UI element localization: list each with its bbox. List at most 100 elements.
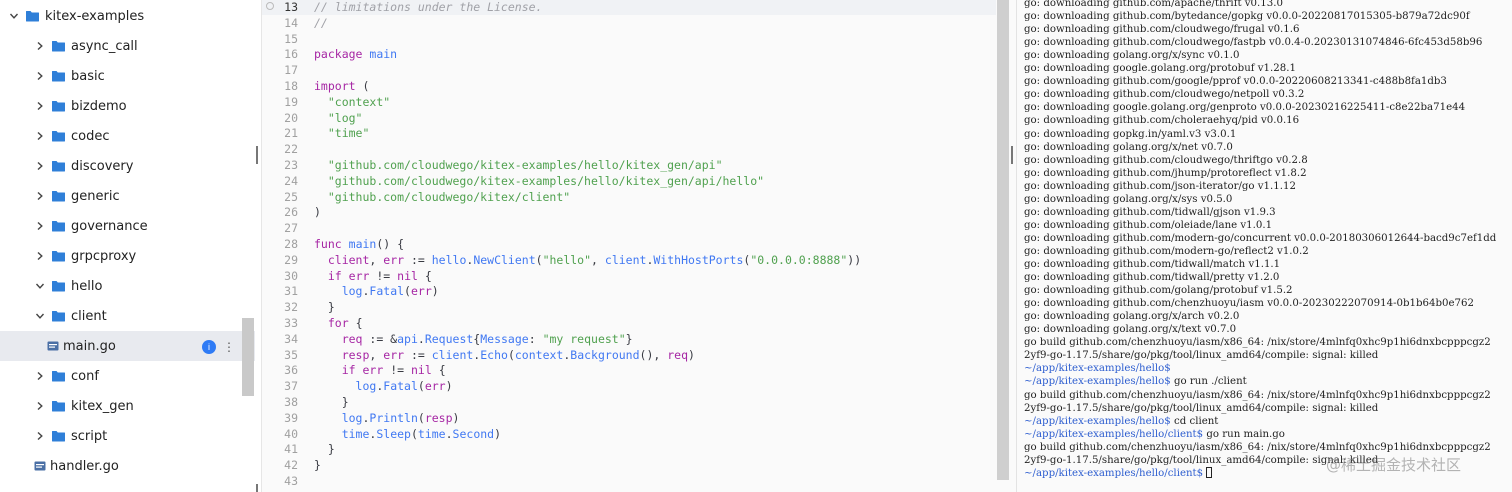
- code-line[interactable]: 31 log.Fatal(err): [262, 283, 996, 299]
- code-line[interactable]: 29 client, err := hello.NewClient("hello…: [262, 252, 996, 268]
- code-token: :=: [404, 347, 432, 362]
- code-line[interactable]: 38 }: [262, 394, 996, 410]
- code-token: Second: [452, 426, 495, 441]
- folder-icon: [52, 220, 65, 232]
- code-line[interactable]: 14 //: [262, 15, 996, 31]
- code-token: //: [314, 15, 328, 30]
- tree-item[interactable]: governance: [0, 211, 255, 241]
- code-line[interactable]: 32 }: [262, 299, 996, 315]
- code-line[interactable]: 39 log.Println(resp): [262, 410, 996, 426]
- chevron-right-icon[interactable]: [34, 100, 46, 112]
- terminal-output: go: downloading golang.org/x/sys v0.5.0: [1024, 193, 1233, 205]
- editor-scrollbar[interactable]: [997, 0, 1009, 480]
- tree-item[interactable]: bizdemo: [0, 91, 255, 121]
- code-line[interactable]: 34 req := &api.Request{Message: "my requ…: [262, 331, 996, 347]
- tree-item-label: main.go: [63, 338, 116, 354]
- tree-item[interactable]: kitex-examples: [0, 1, 255, 31]
- chevron-right-icon[interactable]: [34, 70, 46, 82]
- tree-item[interactable]: hello: [0, 271, 255, 301]
- chevron-right-icon[interactable]: [34, 220, 46, 232]
- code-text: "github.com/cloudwego/kitex/client": [314, 189, 570, 205]
- code-token: "github.com/cloudwego/kitex-examples/hel…: [327, 173, 765, 188]
- code-line[interactable]: 41 }: [262, 441, 996, 457]
- code-line[interactable]: 15: [262, 31, 996, 47]
- code-token: "github.com/cloudwego/kitex/client": [327, 189, 571, 204]
- resize-handle[interactable]: [256, 146, 258, 164]
- code-line[interactable]: 21 "time": [262, 125, 996, 141]
- resize-handle[interactable]: [256, 484, 258, 492]
- code-line[interactable]: 26): [262, 204, 996, 220]
- line-number: 18: [284, 79, 298, 93]
- terminal-prompt: ~/app/kitex-examples/hello/client$: [1024, 467, 1204, 479]
- code-line[interactable]: 43: [262, 473, 996, 489]
- code-line[interactable]: 22: [262, 141, 996, 157]
- code-token: := &: [362, 331, 398, 346]
- chevron-right-icon[interactable]: [34, 190, 46, 202]
- code-line[interactable]: 40 time.Sleep(time.Second): [262, 426, 996, 442]
- code-line[interactable]: 30 if err != nil {: [262, 268, 996, 284]
- code-line[interactable]: 42}: [262, 457, 996, 473]
- code-token: "github.com/cloudwego/kitex-examples/hel…: [327, 158, 723, 172]
- sidebar-scrollbar[interactable]: [242, 318, 254, 396]
- code-line[interactable]: 24 "github.com/cloudwego/kitex-examples/…: [262, 173, 996, 189]
- chevron-down-icon[interactable]: [34, 310, 46, 322]
- tree-item[interactable]: conf: [0, 361, 255, 391]
- terminal-output: go: downloading google.golang.org/protob…: [1024, 63, 1296, 75]
- code-line[interactable]: 18 import (: [262, 78, 996, 94]
- tree-item[interactable]: generic: [0, 181, 255, 211]
- folder-icon: [52, 250, 65, 262]
- line-number: 34: [284, 331, 298, 346]
- tree-item[interactable]: basic: [0, 61, 255, 91]
- more-options-icon[interactable]: ⋮: [223, 339, 235, 355]
- tree-item[interactable]: codec: [0, 121, 255, 151]
- code-text: client, err := hello.NewClient("hello", …: [314, 252, 861, 268]
- terminal-output: go: downloading github.com/cloudwego/fru…: [1024, 24, 1300, 36]
- code-line[interactable]: 17: [262, 62, 996, 78]
- code-token: ,: [369, 347, 384, 362]
- code-line[interactable]: 28 func main() {: [262, 236, 996, 252]
- chevron-right-icon[interactable]: [34, 430, 46, 442]
- code-line[interactable]: 36 if err != nil {: [262, 362, 996, 378]
- code-line[interactable]: 25 "github.com/cloudwego/kitex/client": [262, 189, 996, 205]
- tree-item[interactable]: discovery: [0, 151, 255, 181]
- code-text: req := &api.Request{Message: "my request…: [314, 331, 633, 347]
- chevron-right-icon[interactable]: [34, 250, 46, 262]
- line-number: 22: [284, 142, 298, 157]
- chevron-right-icon[interactable]: [34, 130, 46, 142]
- chevron-right-icon[interactable]: [34, 400, 46, 412]
- terminal-panel[interactable]: go: downloading github.com/apache/thrift…: [1016, 0, 1512, 492]
- tree-item[interactable]: grpcproxy: [0, 241, 255, 271]
- tree-item[interactable]: script: [0, 421, 255, 451]
- code-line[interactable]: 35 resp, err := client.Echo(context.Back…: [262, 347, 996, 363]
- code-editor[interactable]: 13// limitations under the License. 14//1…: [262, 0, 1016, 492]
- watermark: @稀土掘金技术社区: [1326, 456, 1462, 474]
- code-token: context: [514, 347, 564, 362]
- terminal-cursor[interactable]: [1206, 466, 1213, 478]
- code-line[interactable]: 37 log.Fatal(err): [262, 378, 996, 394]
- code-line[interactable]: 27: [262, 220, 996, 236]
- chevron-down-icon[interactable]: [8, 10, 20, 22]
- tree-item[interactable]: handler.go: [0, 451, 255, 481]
- tree-item[interactable]: kitex_gen: [0, 391, 255, 421]
- code-line[interactable]: 23 "github.com/cloudwego/kitex-examples/…: [262, 157, 996, 173]
- info-badge-icon[interactable]: i: [202, 340, 216, 354]
- chevron-right-icon[interactable]: [34, 160, 46, 172]
- chevron-down-icon[interactable]: [34, 280, 46, 292]
- line-number: 29: [284, 252, 298, 267]
- code-line[interactable]: 33 for {: [262, 315, 996, 331]
- code-line[interactable]: 13 // limitations under the License.: [262, 0, 996, 15]
- chevron-right-icon[interactable]: [34, 40, 46, 52]
- tree-item[interactable]: client: [0, 301, 255, 331]
- tree-item[interactable]: main.go: [0, 331, 255, 361]
- code-line[interactable]: 16 package main: [262, 46, 996, 62]
- tree-item[interactable]: async_call: [0, 31, 255, 61]
- terminal-output: go: downloading github.com/apache/thrift…: [1024, 0, 1283, 9]
- code-line[interactable]: 20 "log": [262, 110, 996, 126]
- resize-handle[interactable]: [1011, 146, 1013, 164]
- code-line[interactable]: 19 "context": [262, 94, 996, 110]
- chevron-right-icon[interactable]: [34, 370, 46, 382]
- terminal-output: go: downloading github.com/jhump/protore…: [1024, 167, 1307, 179]
- terminal-output: go: downloading github.com/tidwall/gjson…: [1024, 206, 1276, 218]
- line-number: 39: [284, 410, 298, 425]
